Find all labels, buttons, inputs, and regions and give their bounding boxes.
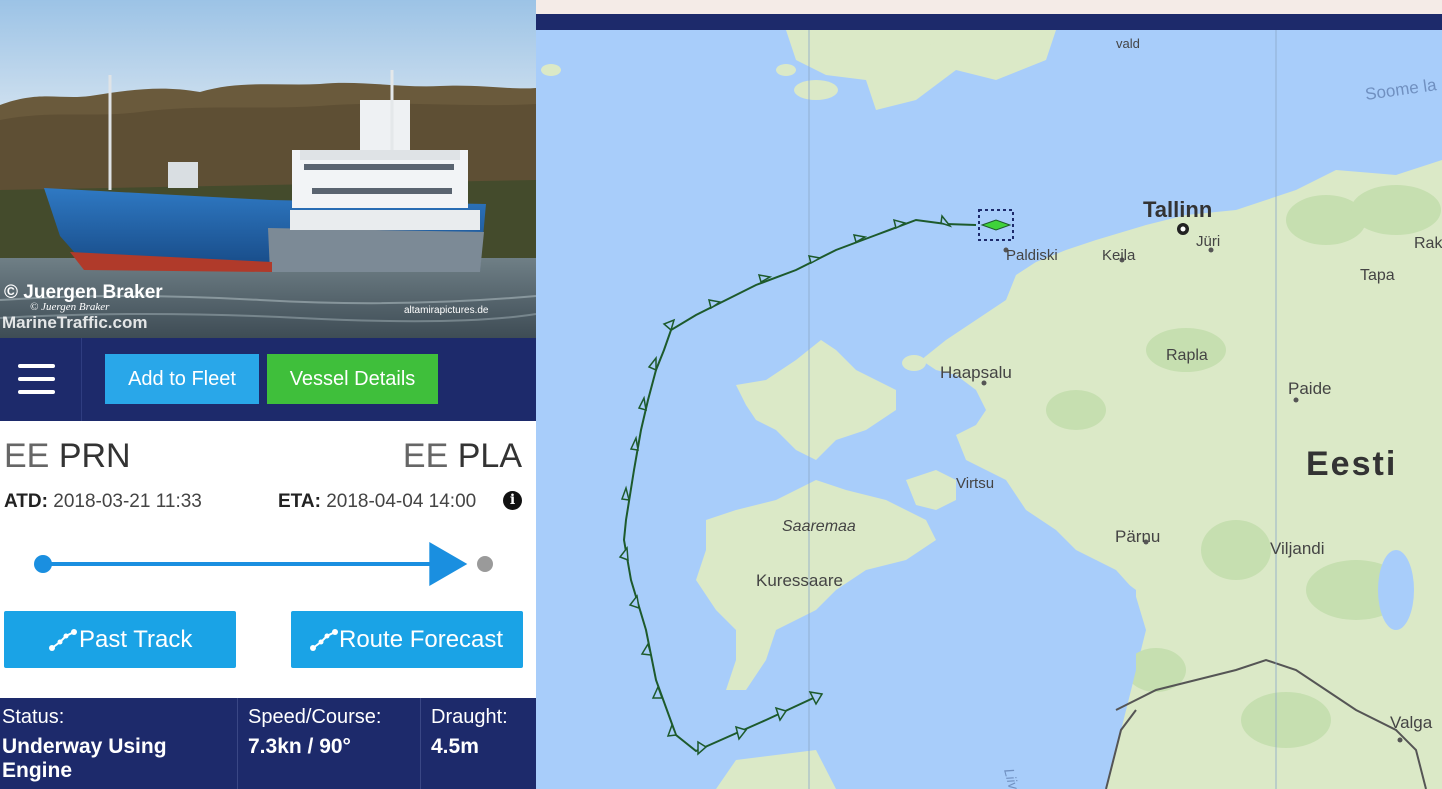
hamburger-icon-bar <box>18 390 55 394</box>
map-label-rapla: Rapla <box>1166 347 1208 364</box>
eta-value: 2018-04-04 14:00 <box>326 491 477 512</box>
map-label-tallinn: Tallinn <box>1143 197 1212 222</box>
photo-credit-signature: © Juergen Braker <box>30 301 110 313</box>
vessel-details-button[interactable]: Vessel Details <box>267 354 438 404</box>
speed-course-value: 7.3kn / 90° <box>248 735 351 758</box>
route-forecast-icon <box>310 629 338 651</box>
status-label: Status: <box>2 706 65 728</box>
atd-label: ATD: <box>4 491 48 512</box>
map-label-paldiski: Paldiski <box>1006 247 1058 264</box>
map-label-rak: Rak <box>1414 235 1442 252</box>
vessel-toolbar: Add to Fleet Vessel Details <box>0 338 536 421</box>
progress-end-dot <box>477 556 493 572</box>
atd-value: 2018-03-21 11:33 <box>53 491 202 512</box>
ship-photo-image: © Juergen Braker © Juergen Braker Marine… <box>0 0 536 338</box>
hamburger-menu-button[interactable] <box>0 338 82 421</box>
add-to-fleet-button[interactable]: Add to Fleet <box>105 354 259 404</box>
destination-port-code: PLA <box>457 437 522 475</box>
map-label-eesti: Eesti <box>1306 445 1397 483</box>
eta-field: ETA: 2018-04-04 14:00 <box>278 491 476 513</box>
draught-value: 4.5m <box>431 735 479 758</box>
voyage-progress-bar <box>34 542 493 586</box>
map-label-parnu: Pärnu <box>1115 527 1160 546</box>
destination-port: EE PLA <box>403 437 522 476</box>
vessel-stats: Status: Underway Using Engine Speed/Cour… <box>0 698 536 789</box>
progress-arrow-icon <box>429 542 468 586</box>
vessel-panel: © Juergen Braker © Juergen Braker Marine… <box>0 0 536 789</box>
map-label-vald: vald <box>1116 36 1140 51</box>
departure-port: EE PRN <box>4 437 131 476</box>
departure-port-code: PRN <box>58 437 131 475</box>
eta-label: ETA: <box>278 491 321 512</box>
map-label-viljandi: Viljandi <box>1270 539 1325 558</box>
hamburger-icon-bar <box>18 377 55 381</box>
speed-course-label: Speed/Course: <box>248 706 382 728</box>
map-top-bar <box>536 14 1442 30</box>
map-label-valga: Valga <box>1390 713 1433 732</box>
photo-watermark: MarineTraffic.com <box>2 313 148 332</box>
map-top-strip <box>536 0 1442 14</box>
departure-country-code: EE <box>4 437 50 475</box>
track-route-icon <box>49 629 77 651</box>
status-value: Underway Using Engine <box>2 735 237 783</box>
past-track-button[interactable]: Past Track <box>4 611 236 668</box>
status-value-line2: Engine <box>2 759 73 782</box>
map-label-haapsalu: Haapsalu <box>940 363 1012 382</box>
status-value-line1: Underway Using <box>2 735 167 758</box>
map-view[interactable]: vald Soome la Tallinn Jüri Paldiski Keil… <box>536 0 1442 789</box>
destination-country-code: EE <box>402 437 449 475</box>
info-icon[interactable]: i <box>503 491 522 510</box>
lake-vortsjarv <box>1378 550 1414 630</box>
voyage-section: EE PRN EE PLA ATD: 2018-03-21 11:33 ETA:… <box>0 421 536 698</box>
route-forecast-button[interactable]: Route Forecast <box>291 611 523 668</box>
map-label-virtsu: Virtsu <box>956 475 994 492</box>
map-label-saaremaa: Saaremaa <box>782 518 856 535</box>
progress-start-dot <box>34 555 52 573</box>
status-stat: Status: Underway Using Engine <box>0 698 238 789</box>
vessel-photo: © Juergen Braker © Juergen Braker Marine… <box>0 0 536 338</box>
map-label-juri: Jüri <box>1196 233 1220 250</box>
map-label-paide: Paide <box>1288 379 1331 398</box>
photo-source: altamirapictures.de <box>404 305 489 316</box>
photo-credit: © Juergen Braker <box>4 282 163 303</box>
past-track-label: Past Track <box>79 626 193 653</box>
map-label-tapa: Tapa <box>1360 267 1395 284</box>
map-label-keila: Keila <box>1102 247 1136 264</box>
map-canvas[interactable]: vald Soome la Tallinn Jüri Paldiski Keil… <box>536 30 1442 789</box>
island-vormsi <box>902 355 926 371</box>
speed-course-stat: Speed/Course: 7.3kn / 90° <box>240 698 421 789</box>
draught-label: Draught: <box>431 706 508 728</box>
hamburger-icon-bar <box>18 364 55 368</box>
map-label-kuressaare: Kuressaare <box>756 571 843 590</box>
route-forecast-label: Route Forecast <box>339 626 504 653</box>
draught-stat: Draught: 4.5m <box>421 698 536 789</box>
atd-field: ATD: 2018-03-21 11:33 <box>4 491 202 513</box>
